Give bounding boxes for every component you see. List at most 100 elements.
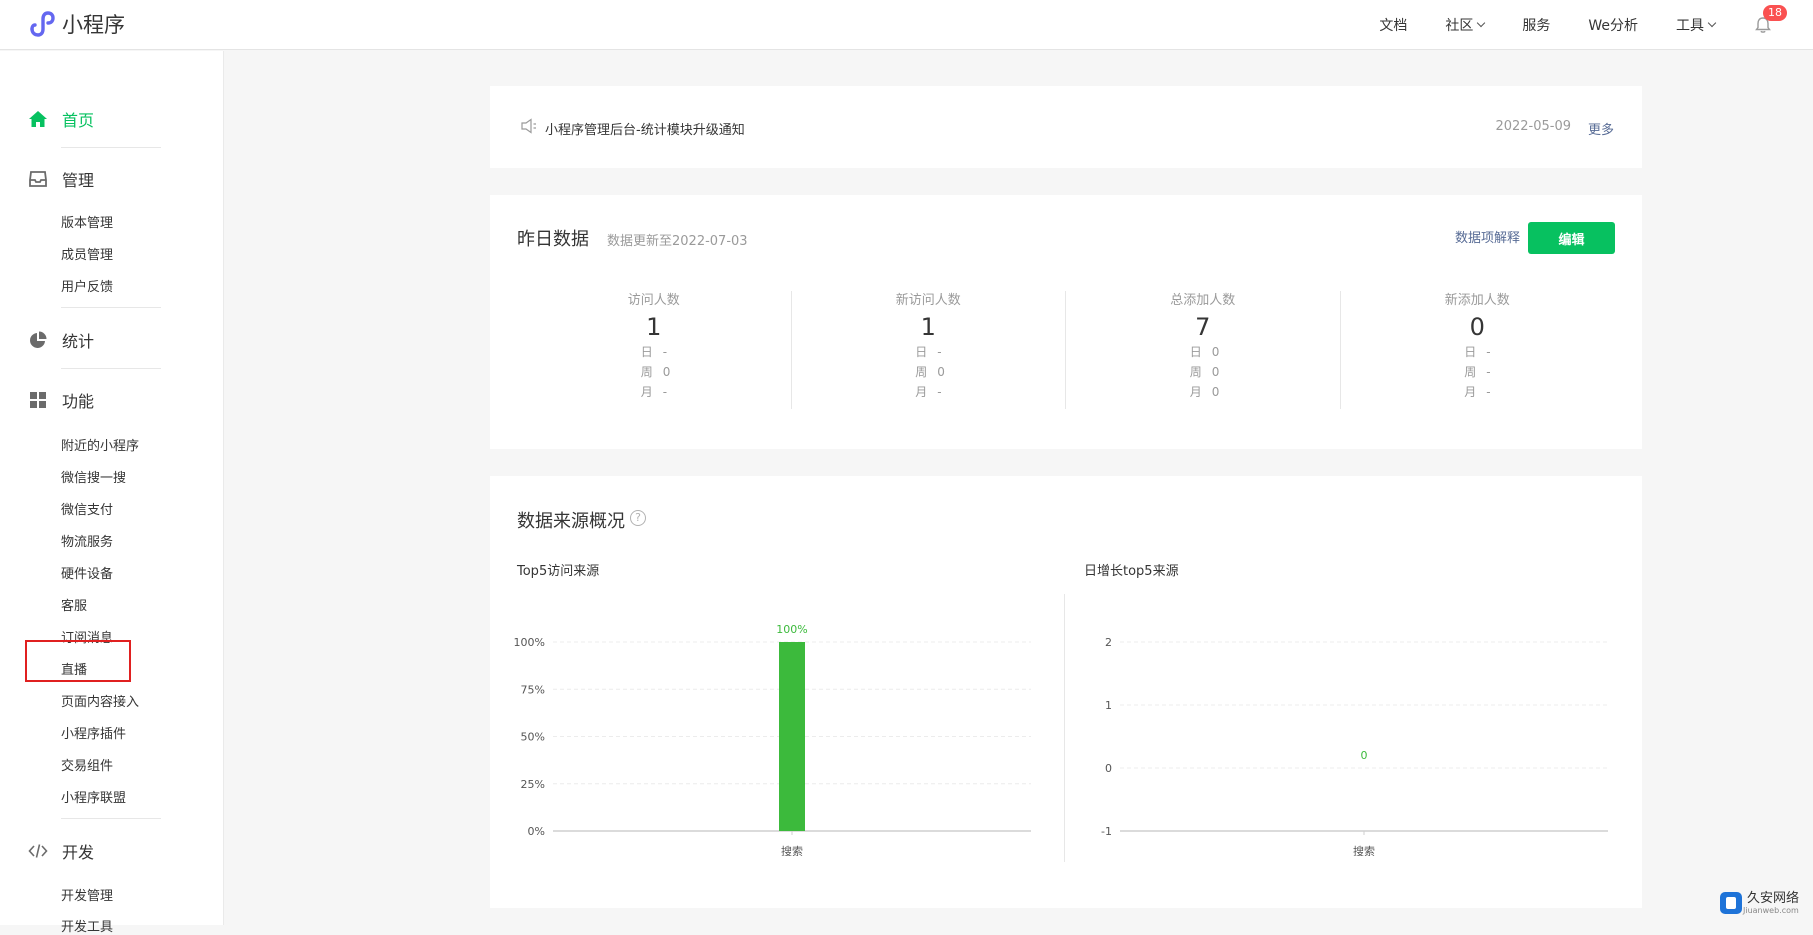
stat-day-label: 日 (1452, 342, 1476, 362)
stat-month-row: 月- (517, 382, 791, 402)
chart-title-top5: Top5访问来源 (517, 560, 599, 579)
sidebar-item-dev-label: 开发 (62, 839, 94, 863)
stat-day-value: - (937, 342, 953, 362)
stat-day-label: 日 (1178, 342, 1202, 362)
bar (779, 642, 805, 831)
sources-title: 数据来源概况 (517, 507, 625, 533)
daily-growth-chart: -10120搜索 (1065, 606, 1642, 856)
logo[interactable]: 小程序 (26, 9, 125, 39)
sidebar-item-alliance[interactable]: 小程序联盟 (61, 787, 126, 806)
stat-week-label: 周 (1452, 362, 1476, 382)
stat-week-value: 0 (663, 362, 679, 382)
data-label: 0 (1361, 749, 1368, 762)
nav-community[interactable]: 社区 (1445, 15, 1484, 35)
stat-month-value: - (663, 382, 679, 402)
sidebar-item-page-content[interactable]: 页面内容接入 (61, 691, 139, 710)
sidebar-item-customer-service[interactable]: 客服 (61, 595, 87, 614)
yesterday-title: 昨日数据 (517, 225, 589, 251)
sidebar-item-home[interactable]: 首页 (28, 107, 94, 131)
sidebar-item-version-manage[interactable]: 版本管理 (61, 212, 113, 231)
stat-day-row: 日- (792, 342, 1066, 362)
watermark: 久安网络 Jiuanweb.com (1719, 891, 1799, 915)
pie-chart-icon (28, 330, 48, 350)
stat-week-value: - (1486, 362, 1502, 382)
sidebar-item-dev-manage[interactable]: 开发管理 (61, 885, 113, 904)
edit-button[interactable]: 编辑 (1528, 222, 1615, 254)
watermark-name: 久安网络 (1747, 892, 1799, 906)
stat-week-row: 周0 (1066, 362, 1340, 382)
stat-month-value: - (937, 382, 953, 402)
notification-badge: 18 (1763, 5, 1787, 21)
sidebar-item-pay[interactable]: 微信支付 (61, 499, 113, 518)
x-tick-label: 搜索 (781, 844, 803, 856)
stat-value: 0 (1341, 312, 1615, 342)
sidebar-item-features[interactable]: 功能 (28, 388, 94, 412)
stat-day-row: 日0 (1066, 342, 1340, 362)
stat-month-label: 月 (1452, 382, 1476, 402)
sidebar-item-dev-tools[interactable]: 开发工具 (61, 916, 113, 935)
sidebar-item-user-feedback[interactable]: 用户反馈 (61, 276, 113, 295)
stat-month-label: 月 (629, 382, 653, 402)
stats-row: 访问人数 1 日- 周0 月- 新访问人数 1 日- 周0 月- 总添加人数 7… (517, 291, 1614, 409)
divider (61, 147, 161, 148)
notification-button[interactable]: 18 (1753, 15, 1773, 35)
nav-we-analysis[interactable]: We分析 (1588, 15, 1638, 35)
stat-month-row: 月- (792, 382, 1066, 402)
notice-card: 小程序管理后台-统计模块升级通知 2022-05-09 更多 (490, 86, 1642, 168)
y-tick-label: 25% (521, 778, 545, 791)
divider (61, 818, 161, 819)
data-explain-link[interactable]: 数据项解释 (1455, 227, 1520, 246)
sidebar-item-member-manage[interactable]: 成员管理 (61, 244, 113, 263)
stat-label: 访问人数 (517, 289, 791, 308)
notice-date: 2022-05-09 (1495, 119, 1571, 134)
grid-icon (28, 390, 48, 410)
sidebar-item-search[interactable]: 微信搜一搜 (61, 467, 126, 486)
nav-tools-label: 工具 (1676, 15, 1704, 35)
yesterday-data-card: 昨日数据 数据更新至2022-07-03 数据项解释 编辑 访问人数 1 日- … (490, 195, 1642, 449)
y-tick-label: 2 (1105, 636, 1112, 649)
sidebar: 首页 管理 版本管理 成员管理 用户反馈 统计 功能 附近的小程序 微信搜一搜 … (0, 51, 224, 925)
nav-services[interactable]: 服务 (1522, 15, 1550, 35)
notice-text[interactable]: 小程序管理后台-统计模块升级通知 (545, 119, 745, 138)
divider (61, 307, 161, 308)
stat-day-row: 日- (1341, 342, 1615, 362)
y-tick-label: -1 (1101, 825, 1112, 838)
y-tick-label: 100% (514, 636, 545, 649)
chevron-down-icon (1708, 19, 1716, 27)
sidebar-item-manage[interactable]: 管理 (28, 167, 94, 191)
stat-label: 总添加人数 (1066, 289, 1340, 308)
nav-tools[interactable]: 工具 (1676, 15, 1715, 35)
sidebar-item-manage-label: 管理 (62, 167, 94, 191)
sidebar-item-hardware[interactable]: 硬件设备 (61, 563, 113, 582)
stat-week-label: 周 (1178, 362, 1202, 382)
notice-more-link[interactable]: 更多 (1588, 119, 1614, 138)
stat-day-label: 日 (903, 342, 927, 362)
stat-week-row: 周0 (517, 362, 791, 382)
inbox-icon (28, 169, 48, 189)
stat-month-row: 月- (1341, 382, 1615, 402)
stat-visitors: 访问人数 1 日- 周0 月- (517, 291, 791, 409)
sidebar-item-logistics[interactable]: 物流服务 (61, 531, 113, 550)
speaker-icon (520, 118, 538, 134)
top-bar: 小程序 文档 社区 服务 We分析 工具 18 (0, 0, 1813, 50)
stat-month-value: 0 (1212, 382, 1228, 402)
help-icon[interactable]: ? (630, 510, 646, 526)
stat-day-label: 日 (629, 342, 653, 362)
watermark-logo-icon (1719, 891, 1743, 915)
stat-month-label: 月 (903, 382, 927, 402)
stat-total-added: 总添加人数 7 日0 周0 月0 (1065, 291, 1340, 409)
nav-docs[interactable]: 文档 (1379, 15, 1407, 35)
nav-services-label: 服务 (1522, 15, 1550, 35)
stat-day-value: - (1486, 342, 1502, 362)
y-tick-label: 75% (521, 683, 545, 696)
sidebar-item-trade-component[interactable]: 交易组件 (61, 755, 113, 774)
stat-month-label: 月 (1178, 382, 1202, 402)
stat-month-value: - (1486, 382, 1502, 402)
divider (61, 368, 161, 369)
mini-program-logo-icon (26, 9, 56, 39)
sidebar-item-plugins[interactable]: 小程序插件 (61, 723, 126, 742)
stat-label: 新添加人数 (1341, 289, 1615, 308)
sidebar-item-stats[interactable]: 统计 (28, 328, 94, 352)
sidebar-item-nearby[interactable]: 附近的小程序 (61, 435, 139, 454)
sidebar-item-dev[interactable]: 开发 (28, 839, 94, 863)
